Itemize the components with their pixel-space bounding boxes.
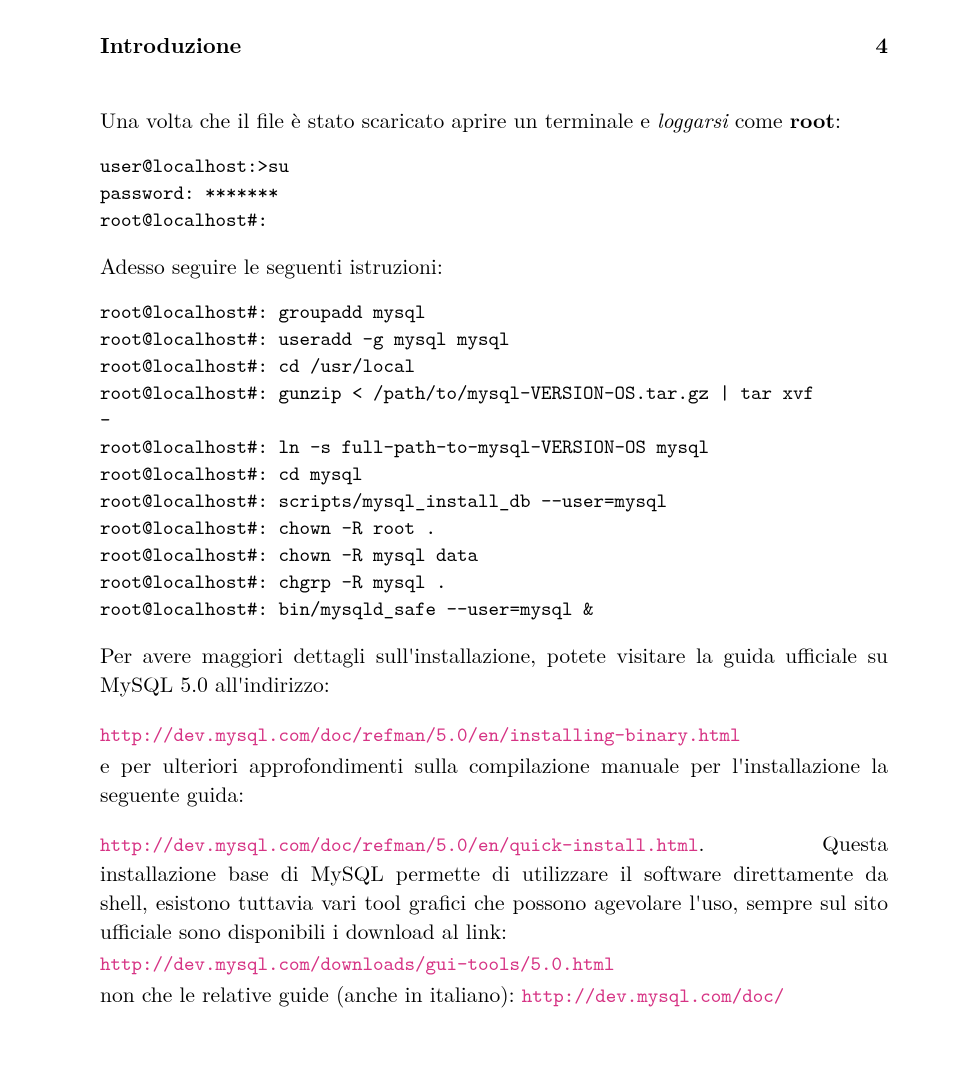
- code-block-setup: root@localhost#: groupadd mysql root@loc…: [100, 299, 888, 623]
- text: Una volta che il file è stato scaricato …: [100, 105, 657, 135]
- paragraph-link1: http://dev.mysql.com/doc/refman/5.0/en/i…: [100, 719, 888, 749]
- text-italic: loggarsi: [657, 105, 728, 135]
- page-header: Introduzione 4: [100, 30, 888, 60]
- paragraph-link2-block: http://dev.mysql.com/doc/refman/5.0/en/q…: [100, 829, 888, 946]
- page-content: Introduzione 4 Una volta che il file è s…: [0, 0, 960, 1086]
- link-quick-install[interactable]: http://dev.mysql.com/doc/refman/5.0/en/q…: [100, 832, 699, 858]
- page-number: 4: [875, 30, 888, 60]
- text: come: [728, 105, 790, 135]
- section-title: Introduzione: [100, 30, 241, 60]
- text: :: [835, 105, 841, 135]
- paragraph-instructions: Adesso seguire le seguenti istruzioni:: [100, 252, 888, 281]
- paragraph-details: Per avere maggiori dettagli sull'install…: [100, 641, 888, 699]
- paragraph-compile: e per ulteriori approfondimenti sulla co…: [100, 751, 888, 809]
- paragraph-guides: non che le relative guide (anche in ital…: [100, 980, 888, 1010]
- paragraph-intro: Una volta che il file è stato scaricato …: [100, 106, 888, 135]
- text-bold: root: [790, 105, 835, 135]
- text: non che le relative guide (anche in ital…: [100, 979, 522, 1009]
- code-block-login: user@localhost:>su password: ******* roo…: [100, 153, 888, 234]
- link-gui-tools[interactable]: http://dev.mysql.com/downloads/gui-tools…: [100, 951, 615, 977]
- link-installing-binary[interactable]: http://dev.mysql.com/doc/refman/5.0/en/i…: [100, 722, 741, 748]
- link-doc[interactable]: http://dev.mysql.com/doc/: [522, 983, 785, 1009]
- paragraph-link3: http://dev.mysql.com/downloads/gui-tools…: [100, 948, 888, 978]
